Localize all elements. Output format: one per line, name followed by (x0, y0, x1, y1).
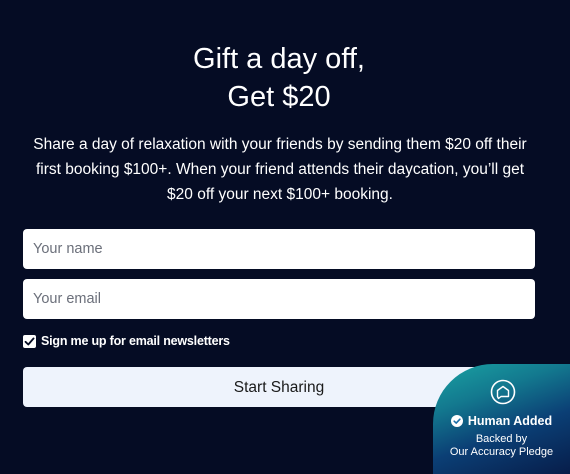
description-text: Share a day of relaxation with your frie… (33, 136, 527, 203)
badge-subtitle-line-1: Backed by (475, 433, 528, 445)
page-title: Gift a day off, Get $20 (0, 40, 558, 116)
email-input[interactable] (23, 279, 535, 319)
badge-subtitle-line-2: Our Accuracy Pledge (449, 446, 554, 458)
newsletter-label: Sign me up for email newsletters (41, 334, 230, 348)
badge-title-text: Human Added (467, 414, 553, 428)
newsletter-checkbox[interactable] (23, 334, 36, 348)
accuracy-badge[interactable]: Human Added Backed by Our Accuracy Pledg… (433, 364, 570, 474)
badge-subtitle: Backed by Our Accuracy Pledge (433, 433, 570, 459)
house-chat-logo-icon (490, 379, 516, 405)
name-input[interactable] (23, 229, 535, 269)
check-circle-icon (450, 415, 463, 427)
title-line-2: Get $20 (227, 81, 331, 113)
title-line-1: Gift a day off, (193, 43, 365, 75)
newsletter-option[interactable]: Sign me up for email newsletters (23, 333, 230, 349)
badge-title: Human Added (433, 414, 570, 428)
check-icon (24, 337, 35, 345)
